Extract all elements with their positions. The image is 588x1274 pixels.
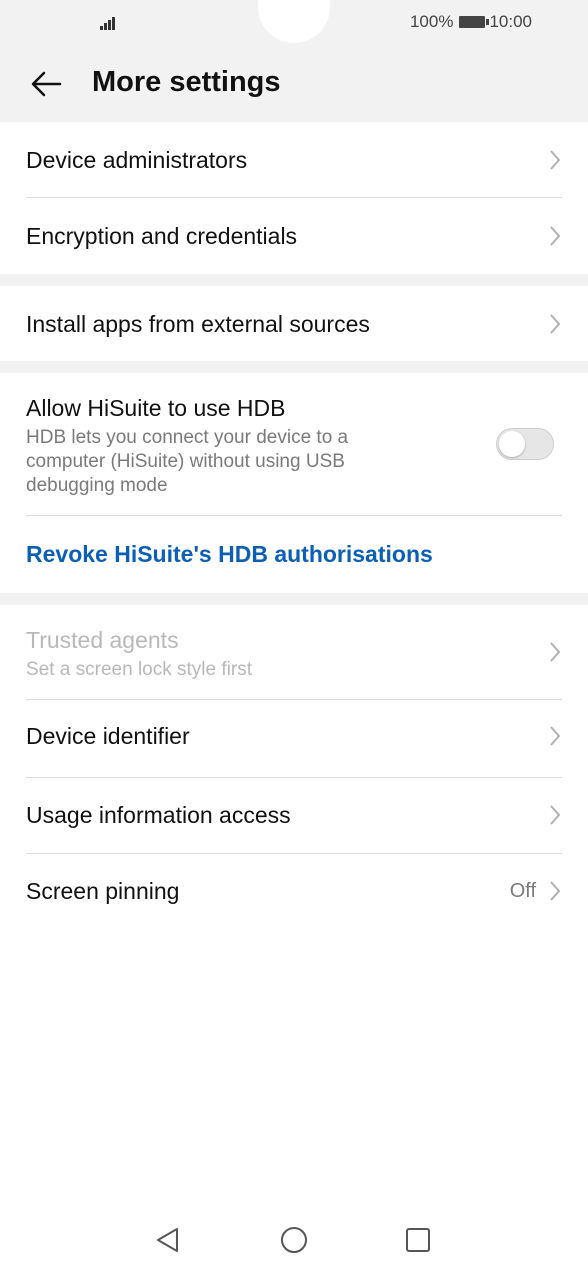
section-gap (0, 593, 588, 605)
status-right: 100% 10:00 (410, 11, 532, 33)
install-apps-group: Install apps from external sources (0, 286, 588, 361)
back-triangle-icon[interactable] (154, 1226, 182, 1254)
misc-group: Trusted agents Set a screen lock style f… (0, 605, 588, 925)
device-administrators-label: Device administrators (26, 147, 248, 173)
hdb-group: Allow HiSuite to use HDB HDB lets you co… (0, 373, 588, 593)
chevron-right-icon (550, 642, 561, 662)
screen-pinning-value: Off (509, 880, 536, 902)
install-apps-row[interactable]: Install apps from external sources (26, 286, 562, 361)
chevron-right-icon (550, 150, 561, 170)
status-bar: 100% 10:00 (0, 0, 588, 44)
trusted-agents-label: Trusted agents (26, 627, 179, 653)
hdb-description-line: computer (HiSuite) without using USB (26, 451, 345, 472)
battery-percent: 100% (409, 12, 454, 31)
top-bar: 100% 10:00 More settings (0, 0, 588, 122)
hdb-description: HDB lets you connect your device to a co… (26, 426, 348, 498)
camera-notch (258, 0, 330, 43)
screen-pinning-row[interactable]: Screen pinning Off (26, 854, 562, 930)
hdb-row[interactable]: Allow HiSuite to use HDB HDB lets you co… (26, 373, 562, 515)
trusted-agents-sub: Set a screen lock style first (26, 659, 252, 680)
recents-square-icon[interactable] (405, 1227, 431, 1253)
back-button[interactable] (24, 62, 68, 106)
encryption-row[interactable]: Encryption and credentials (26, 198, 562, 274)
chevron-right-icon (550, 226, 561, 246)
page-title: More settings (92, 66, 281, 98)
trusted-agents-row[interactable]: Trusted agents Set a screen lock style f… (26, 605, 562, 699)
hdb-description-line: HDB lets you connect your device to a (26, 427, 349, 448)
revoke-hdb-link[interactable]: Revoke HiSuite's HDB authorisations (26, 541, 433, 568)
screen: 100% 10:00 More settings Device administ… (0, 0, 588, 1274)
navigation-bar (0, 1210, 588, 1274)
device-identifier-label: Device identifier (26, 723, 190, 749)
security-group: Device administrators Encryption and cre… (0, 122, 588, 274)
battery-icon (459, 16, 490, 28)
encryption-label: Encryption and credentials (26, 223, 298, 249)
divider (26, 515, 562, 516)
hdb-toggle[interactable] (496, 428, 554, 460)
home-circle-icon[interactable] (280, 1226, 308, 1254)
chevron-right-icon (550, 881, 561, 901)
usage-access-row[interactable]: Usage information access (26, 778, 562, 853)
clock: 10:00 (489, 12, 532, 31)
arrow-left-icon (31, 71, 62, 97)
signal-icon (100, 14, 118, 30)
screen-pinning-label: Screen pinning (26, 878, 180, 904)
chevron-right-icon (550, 726, 561, 746)
section-gap (0, 274, 588, 286)
device-identifier-row[interactable]: Device identifier (26, 700, 562, 776)
chevron-right-icon (550, 314, 561, 334)
usage-access-label: Usage information access (26, 802, 291, 828)
section-gap (0, 361, 588, 373)
device-administrators-row[interactable]: Device administrators (26, 122, 562, 198)
hdb-label: Allow HiSuite to use HDB (26, 395, 286, 421)
toggle-knob (499, 431, 525, 457)
chevron-right-icon (550, 805, 561, 825)
hdb-description-line: debugging mode (26, 475, 168, 496)
install-apps-label: Install apps from external sources (26, 311, 370, 337)
